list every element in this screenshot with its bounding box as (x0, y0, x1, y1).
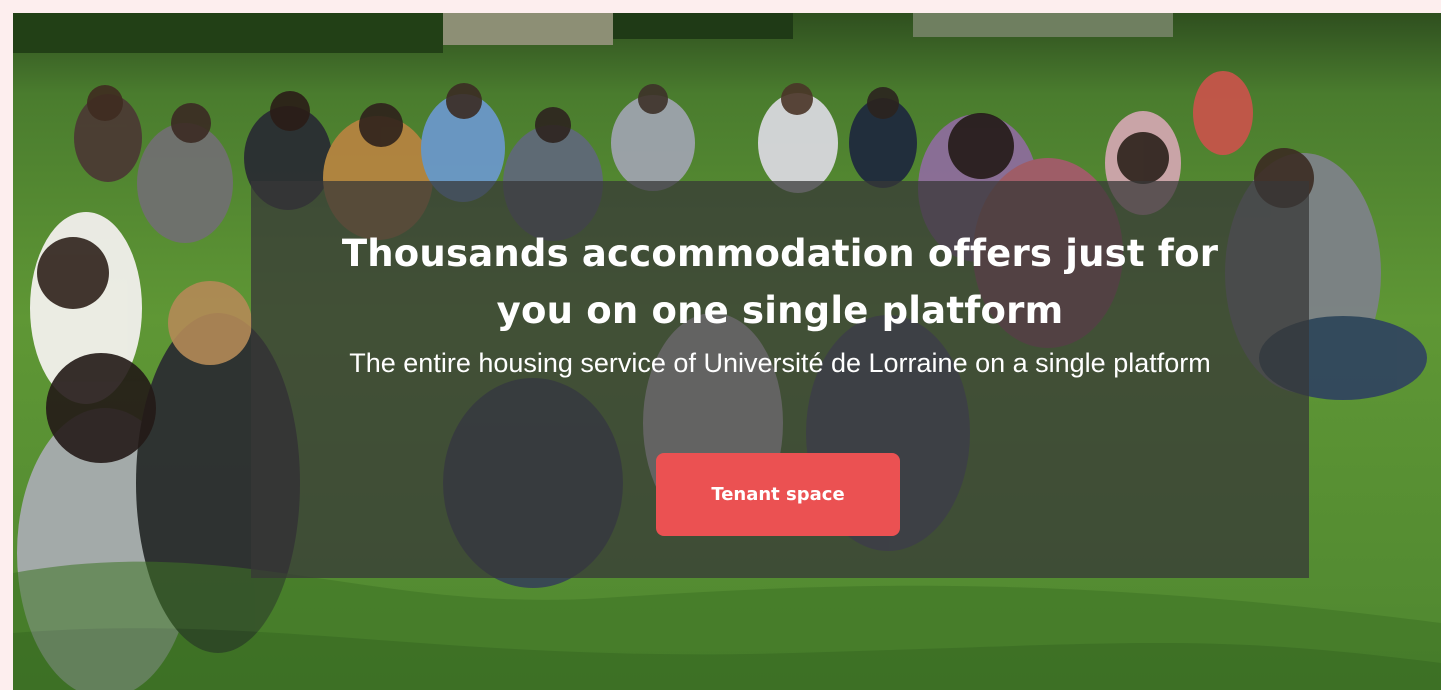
tenant-space-button[interactable]: Tenant space (656, 453, 900, 536)
page-frame: Thousands accommodation offers just for … (13, 13, 1441, 690)
hero-subtitle: The entire housing service of Université… (349, 348, 1211, 378)
hero-title: Thousands accommodation offers just for … (341, 232, 1219, 332)
hero-overlay-card: Thousands accommodation offers just for … (251, 181, 1309, 578)
